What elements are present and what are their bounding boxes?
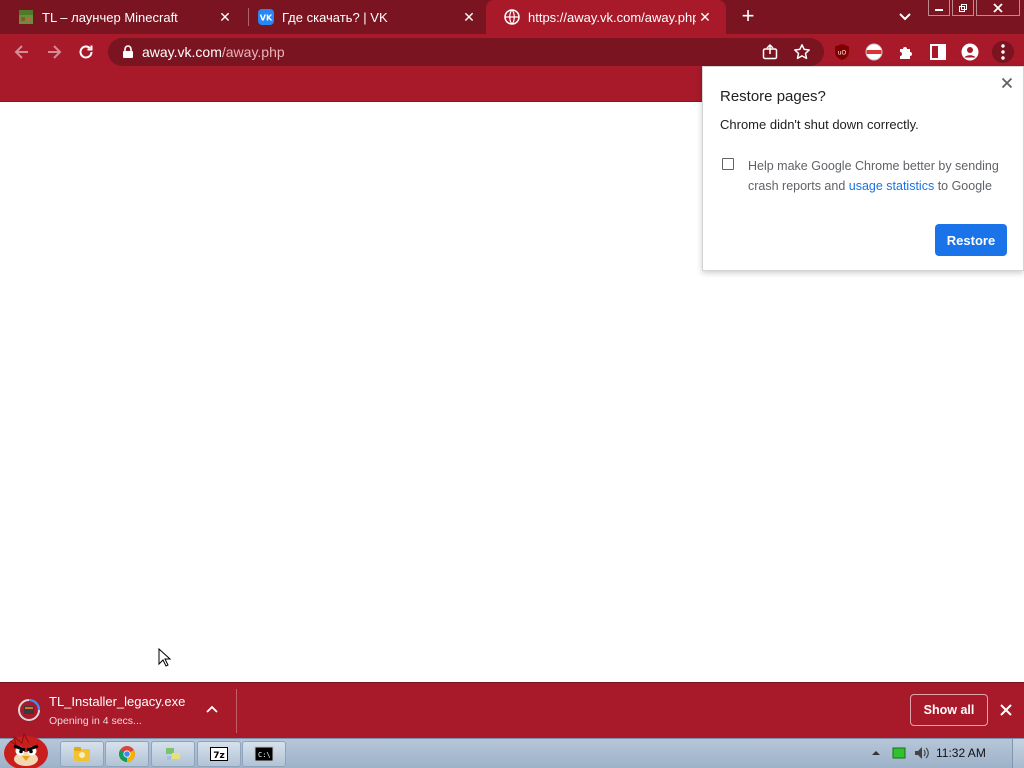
- close-icon[interactable]: ✕: [460, 8, 478, 26]
- forward-button[interactable]: [42, 40, 66, 64]
- url-path: /away.php: [221, 44, 285, 60]
- share-icon[interactable]: [760, 42, 780, 62]
- url-host: away.vk.com: [142, 44, 222, 60]
- tab-search-icon[interactable]: [896, 7, 914, 25]
- browser-toolbar: away.vk.com/away.php uO: [0, 34, 1024, 70]
- profile-icon[interactable]: [960, 42, 980, 62]
- restore-pages-dialog: Restore pages? Chrome didn't shut down c…: [702, 66, 1024, 271]
- divider: [236, 689, 237, 733]
- checkbox-label-text-end: to Google: [934, 179, 992, 193]
- url-text: away.vk.com/away.php: [142, 44, 285, 60]
- vk-icon: VK: [258, 9, 274, 25]
- show-desktop-button[interactable]: [1012, 739, 1024, 768]
- cmd-icon: C:\: [254, 746, 274, 762]
- chrome-taskbar-button[interactable]: [105, 741, 149, 767]
- screen: TL – лаунчер Minecraft ✕ VK Где скачать?…: [0, 0, 1024, 768]
- download-status: Opening in 4 secs...: [49, 715, 142, 727]
- usage-statistics-link[interactable]: usage statistics: [849, 179, 934, 193]
- close-icon[interactable]: ✕: [216, 8, 234, 26]
- close-icon[interactable]: [997, 701, 1015, 719]
- window-controls: [928, 0, 1020, 18]
- dialog-message: Chrome didn't shut down correctly.: [720, 117, 919, 132]
- tab-tl-launcher[interactable]: TL – лаунчер Minecraft ✕: [0, 0, 246, 34]
- start-button[interactable]: [2, 731, 52, 768]
- installer-file-icon[interactable]: [18, 699, 40, 721]
- svg-text:VK: VK: [260, 14, 273, 23]
- extensions-puzzle-icon[interactable]: [896, 42, 916, 62]
- checkbox-label: Help make Google Chrome better by sendin…: [748, 156, 1008, 196]
- new-tab-button[interactable]: +: [736, 5, 760, 29]
- minecraft-icon: [18, 9, 34, 25]
- ublock-icon[interactable]: uO: [832, 42, 852, 62]
- cmd-taskbar-button[interactable]: C:\: [242, 741, 286, 767]
- bookmark-star-icon[interactable]: [792, 42, 812, 62]
- window-close-button[interactable]: [976, 0, 1020, 16]
- 7zip-icon: 7z: [210, 747, 228, 761]
- svg-text:C:\: C:\: [258, 751, 271, 759]
- svg-text:uO: uO: [838, 50, 847, 57]
- battery-icon[interactable]: [891, 745, 907, 761]
- back-button[interactable]: [10, 40, 34, 64]
- tab-strip: TL – лаунчер Minecraft ✕ VK Где скачать?…: [0, 0, 1024, 34]
- lock-icon[interactable]: [120, 44, 136, 60]
- reload-button[interactable]: [74, 40, 98, 64]
- show-hidden-icons-icon[interactable]: [868, 745, 884, 761]
- restore-down-button[interactable]: [952, 0, 974, 16]
- download-shelf: TL_Installer_legacy.exe Opening in 4 sec…: [0, 682, 1024, 738]
- windows-taskbar: 7z C:\ 11:32 AM: [0, 732, 1024, 768]
- network-icon: [166, 748, 180, 760]
- tab-vk[interactable]: VK Где скачать? | VK ✕: [240, 0, 490, 34]
- dialog-title: Restore pages?: [720, 88, 826, 105]
- usage-stats-checkbox[interactable]: [722, 158, 734, 170]
- side-panel-icon[interactable]: [928, 42, 948, 62]
- tab-title: https://away.vk.com/away.php: [528, 9, 696, 25]
- network-taskbar-button[interactable]: [151, 741, 195, 767]
- restore-button[interactable]: Restore: [935, 224, 1007, 256]
- download-filename[interactable]: TL_Installer_legacy.exe: [49, 694, 185, 709]
- svg-text:7z: 7z: [213, 751, 225, 761]
- address-bar[interactable]: away.vk.com/away.php: [108, 38, 824, 66]
- close-icon[interactable]: [999, 75, 1015, 91]
- chevron-up-icon[interactable]: [204, 702, 220, 718]
- tab-away-vk[interactable]: https://away.vk.com/away.php ✕: [486, 0, 726, 34]
- tab-title: Где скачать? | VK: [282, 9, 388, 25]
- globe-icon: [504, 9, 520, 25]
- chrome-icon: [119, 746, 135, 762]
- menu-kebab-icon[interactable]: [992, 41, 1014, 63]
- 7zip-taskbar-button[interactable]: 7z: [197, 741, 241, 767]
- tab-title: TL – лаунчер Minecraft: [42, 9, 178, 25]
- mouse-cursor-icon: [158, 647, 172, 668]
- volume-icon[interactable]: [914, 745, 930, 761]
- clock[interactable]: 11:32 AM: [936, 746, 986, 760]
- explorer-taskbar-button[interactable]: [60, 741, 104, 767]
- explorer-icon: [74, 747, 90, 761]
- show-all-button[interactable]: Show all: [910, 694, 988, 726]
- minimize-button[interactable]: [928, 0, 950, 16]
- vpn-extension-icon[interactable]: [864, 42, 884, 62]
- close-icon[interactable]: ✕: [696, 8, 714, 26]
